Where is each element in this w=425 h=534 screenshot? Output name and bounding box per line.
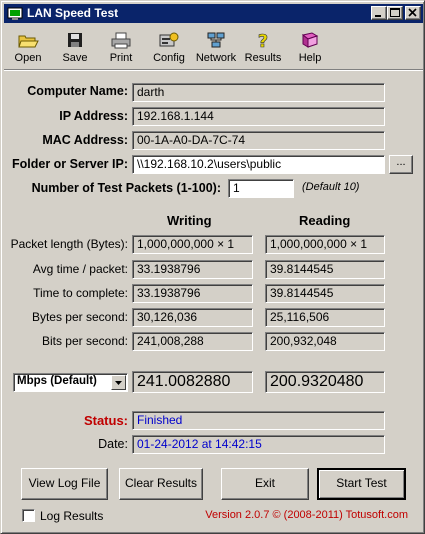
toolbar-label: Save — [62, 52, 88, 64]
dropdown-button[interactable] — [111, 375, 126, 390]
toolbar-separator — [4, 69, 423, 71]
window-title: LAN Speed Test — [27, 6, 119, 20]
toolbar-network-button[interactable]: Network — [194, 31, 238, 64]
reading-header: Reading — [299, 213, 351, 228]
printer-icon — [111, 32, 131, 49]
view-log-button[interactable]: View Log File — [21, 468, 108, 500]
computer-name-label: Computer Name: — [27, 84, 128, 98]
toolbar-label: Help — [298, 52, 322, 64]
packet-length-reading: 1,000,000,000 × 1 — [265, 235, 385, 254]
time-complete-label: Time to complete: — [33, 286, 128, 300]
version-text: Version 2.0.7 © (2008-2011) Totusoft.com — [205, 509, 408, 521]
minimize-icon — [375, 15, 381, 17]
bytes-per-second-label: Bytes per second: — [31, 310, 128, 324]
close-icon — [408, 8, 417, 17]
app-window: LAN Speed Test Open Save Print Config Ne… — [0, 0, 425, 534]
log-results-checkbox[interactable] — [22, 509, 35, 522]
toolbar-config-button[interactable]: Config — [149, 31, 189, 64]
maximize-button[interactable] — [387, 6, 403, 20]
toolbar: Open Save Print Config Network ? Results… — [4, 25, 423, 67]
svg-text:?: ? — [258, 31, 268, 49]
date-label: Date: — [98, 437, 128, 451]
toolbar-label: Print — [109, 52, 133, 64]
toolbar-save-button[interactable]: Save — [57, 31, 93, 64]
ip-address-field: 192.168.1.144 — [132, 107, 385, 126]
writing-total: 241.0082880 — [132, 371, 253, 393]
toolbar-label: Open — [14, 52, 42, 64]
toolbar-label: Config — [153, 52, 185, 64]
toolbar-open-button[interactable]: Open — [10, 31, 46, 64]
toolbar-help-button[interactable]: Help — [293, 31, 327, 64]
mac-address-field: 00-1A-A0-DA-7C-74 — [132, 131, 385, 150]
question-icon: ? — [257, 31, 268, 49]
toolbar-label: Network — [195, 52, 237, 64]
bits-per-second-label: Bits per second: — [41, 334, 128, 348]
time-complete-writing: 33.1938796 — [132, 284, 253, 303]
avg-time-reading: 39.8144545 — [265, 260, 385, 279]
unit-select-value: Mbps (Default) — [17, 375, 97, 387]
avg-time-label: Avg time / packet: — [32, 262, 128, 276]
minimize-button[interactable] — [371, 6, 387, 20]
mac-address-label: MAC Address: — [42, 133, 128, 147]
chevron-down-icon — [115, 381, 122, 385]
toolbar-label: Results — [244, 52, 282, 64]
folder-label: Folder or Server IP: — [11, 157, 128, 171]
close-button[interactable] — [405, 6, 421, 20]
log-results-label: Log Results — [40, 509, 104, 523]
status-field: Finished — [132, 411, 385, 430]
toolbar-print-button[interactable]: Print — [103, 31, 139, 64]
bits-per-second-reading: 200,932,048 — [265, 332, 385, 351]
unit-select[interactable]: Mbps (Default) — [13, 373, 128, 392]
time-complete-reading: 39.8144545 — [265, 284, 385, 303]
bytes-per-second-reading: 25,116,506 — [265, 308, 385, 327]
packets-label: Number of Test Packets (1-100): — [31, 181, 221, 195]
app-icon — [7, 7, 23, 20]
packet-length-label: Packet length (Bytes): — [10, 237, 128, 251]
ip-address-label: IP Address: — [59, 109, 128, 123]
packets-input[interactable]: 1 — [228, 179, 294, 198]
packet-length-writing: 1,000,000,000 × 1 — [132, 235, 253, 254]
folder-open-icon — [18, 35, 39, 48]
exit-button[interactable]: Exit — [221, 468, 309, 500]
avg-time-writing: 33.1938796 — [132, 260, 253, 279]
computer-name-field: darth — [132, 83, 385, 102]
book-icon — [301, 32, 319, 48]
bits-per-second-writing: 241,008,288 — [132, 332, 253, 351]
bytes-per-second-writing: 30,126,036 — [132, 308, 253, 327]
reading-total: 200.9320480 — [265, 371, 385, 393]
config-icon — [159, 32, 179, 47]
title-bar[interactable]: LAN Speed Test — [4, 4, 423, 23]
folder-input[interactable]: \\192.168.10.2\users\public — [132, 155, 385, 174]
toolbar-results-button[interactable]: ? Results — [242, 31, 284, 64]
packets-hint: (Default 10) — [302, 181, 360, 193]
status-label: Status: — [83, 413, 128, 428]
writing-header: Writing — [167, 213, 212, 228]
floppy-disk-icon — [68, 33, 82, 47]
network-icon — [207, 32, 225, 48]
browse-button[interactable]: ... — [389, 155, 413, 174]
start-test-button[interactable]: Start Test — [317, 468, 406, 500]
clear-results-button[interactable]: Clear Results — [119, 468, 203, 500]
maximize-icon — [390, 8, 400, 17]
date-field: 01-24-2012 at 14:42:15 — [132, 435, 385, 454]
